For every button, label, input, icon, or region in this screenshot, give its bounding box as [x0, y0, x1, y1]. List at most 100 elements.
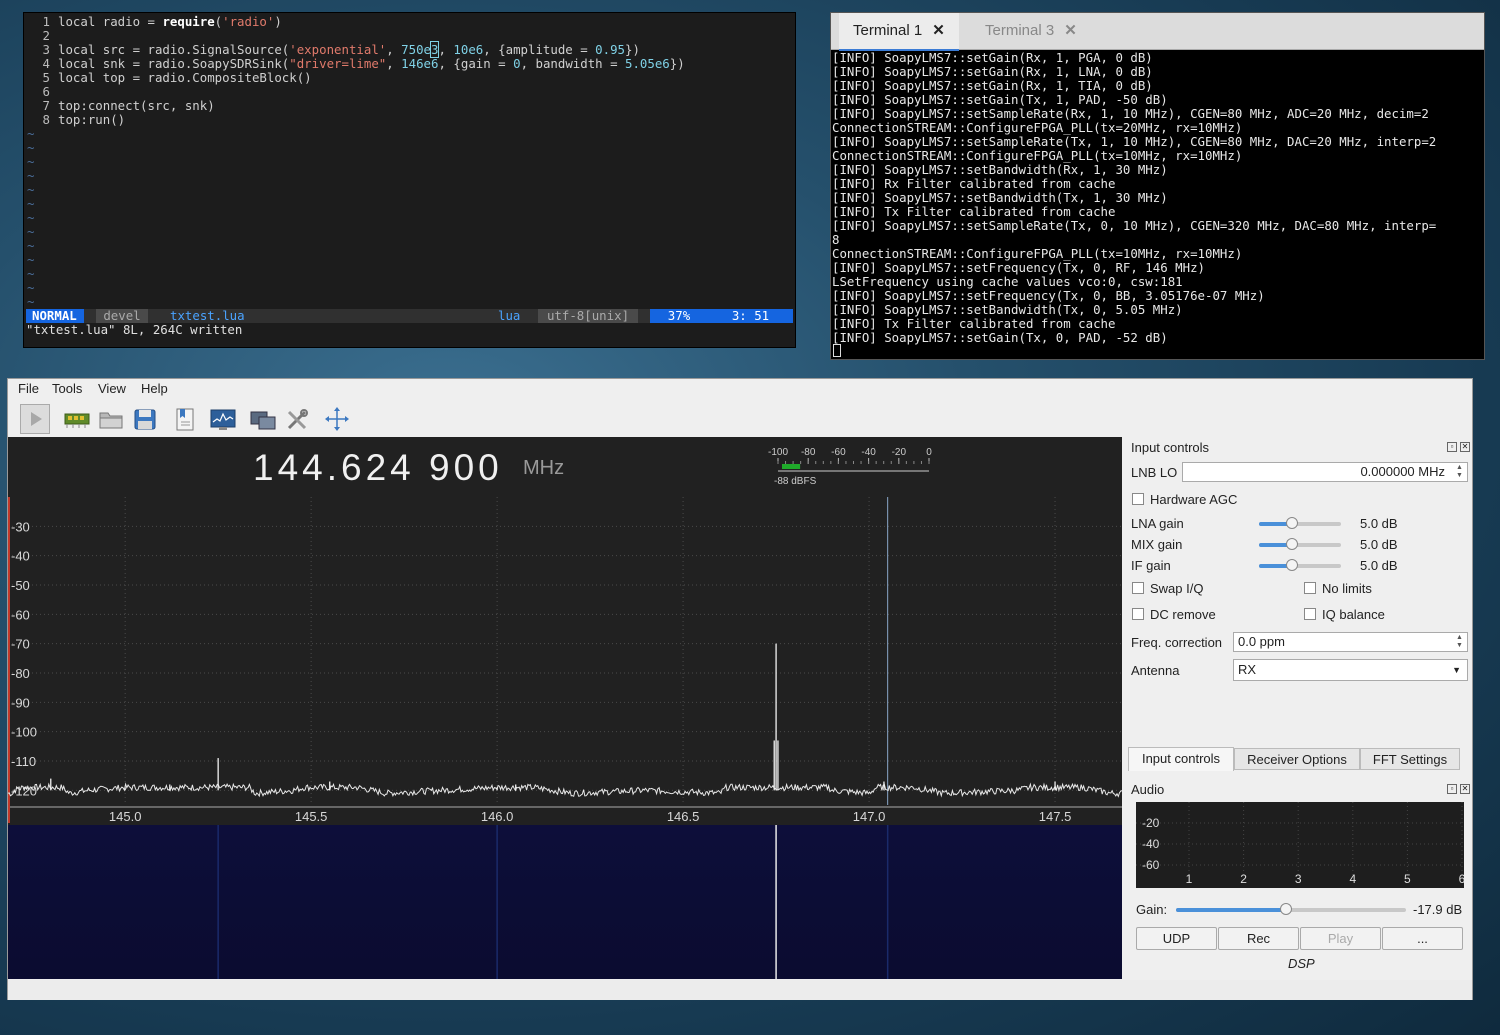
udp-button[interactable]: UDP	[1136, 927, 1217, 950]
empty-line-tilde: ~	[27, 252, 35, 267]
freq-correction-input[interactable]: 0.0 ppm	[1233, 632, 1468, 652]
line-number: 2	[42, 28, 50, 43]
tools-icon[interactable]	[282, 404, 312, 434]
mix-gain-slider[interactable]	[1259, 538, 1341, 550]
empty-line-tilde: ~	[27, 154, 35, 169]
swap-iq-checkbox[interactable]	[1132, 582, 1144, 594]
terminal-line: [INFO] SoapyLMS7::setGain(Tx, 1, PAD, -5…	[832, 92, 1168, 107]
tab-receiver-options[interactable]: Receiver Options	[1234, 748, 1360, 770]
audio-gain-slider[interactable]	[1176, 903, 1406, 915]
audio-y-label: -60	[1142, 858, 1160, 872]
menu-tools[interactable]: Tools	[52, 381, 82, 396]
terminal-line: [INFO] SoapyLMS7::setFrequency(Tx, 0, BB…	[832, 288, 1265, 303]
no-limits-checkbox[interactable]	[1304, 582, 1316, 594]
terminal-line: ConnectionSTREAM::ConfigureFPGA_PLL(tx=1…	[832, 246, 1243, 261]
x-tick-label: 146.0	[481, 809, 514, 824]
empty-line-tilde: ~	[27, 238, 35, 253]
y-tick-label: -90	[11, 695, 30, 710]
hardware-agc-label: Hardware AGC	[1150, 492, 1238, 507]
freq-correction-label: Freq. correction	[1131, 635, 1223, 650]
empty-line-tilde: ~	[27, 168, 35, 183]
fullscreen-icon[interactable]	[322, 404, 352, 434]
close-icon[interactable]: ✕	[932, 22, 945, 39]
x-tick-label: 147.0	[853, 809, 886, 824]
record-button[interactable]: Rec	[1218, 927, 1299, 950]
terminal-tab-bar: Terminal 1 ✕ Terminal 3 ✕	[831, 13, 1484, 51]
empty-line-tilde: ~	[27, 196, 35, 211]
more-options-button[interactable]: ...	[1382, 927, 1463, 950]
y-tick-label: -110	[11, 754, 36, 769]
hardware-agc-checkbox[interactable]	[1132, 493, 1144, 505]
file-type: lua	[498, 308, 521, 323]
spectrum-plot[interactable]: 144.624 900 MHz -100 -80 -60 -40 -20 0 -88 dB…	[8, 437, 1122, 825]
audio-y-label: -40	[1142, 837, 1160, 851]
line-number: 6	[42, 84, 50, 99]
spectrum-chart: -30-40-50-60-70-80-90-100-110-120145.0 14…	[8, 497, 1122, 824]
if-gain-slider[interactable]	[1259, 559, 1341, 571]
audio-fft-display[interactable]: -20 -40 -60 1 2 3 4 5 6	[1136, 802, 1464, 888]
play-icon[interactable]	[20, 404, 50, 434]
x-tick-label: 147.5	[1039, 809, 1072, 824]
terminal-line: [INFO] Tx Filter calibrated from cache	[832, 204, 1116, 219]
waterfall-display[interactable]	[8, 825, 1122, 979]
spinbox-arrows-icon[interactable]: ▲ ▼	[1456, 464, 1463, 480]
vim-statusline: NORMAL devel txtest.lua lua utf-8[unix] …	[26, 309, 793, 323]
terminal-line: [INFO] SoapyLMS7::setGain(Rx, 1, TIA, 0 …	[832, 78, 1153, 93]
vim-command-line[interactable]: "txtest.lua" 8L, 264C written	[26, 323, 242, 337]
remote-control-icon[interactable]	[248, 404, 278, 434]
y-tick-label: -30	[11, 519, 30, 534]
bookmark-icon[interactable]	[170, 404, 200, 434]
x-tick-label: 146.5	[667, 809, 700, 824]
tab-terminal-1[interactable]: Terminal 1 ✕	[839, 13, 959, 51]
float-icon[interactable]: ▫	[1447, 442, 1457, 452]
close-icon[interactable]: ✕	[1460, 784, 1470, 794]
input-controls-title: Input controls	[1131, 440, 1210, 455]
y-tick-label: -50	[11, 578, 30, 593]
code-area[interactable]: 1 local radio = require('radio') 2 3 local…	[26, 15, 793, 127]
terminal-line: [INFO] SoapyLMS7::setGain(Rx, 1, PGA, 0 …	[832, 51, 1153, 65]
empty-line-tilde: ~	[27, 182, 35, 197]
menu-view[interactable]: View	[98, 381, 126, 396]
antenna-select[interactable]: RX ▼	[1233, 659, 1468, 681]
cursor-position: 3: 51	[708, 309, 793, 323]
empty-line-tilde: ~	[27, 266, 35, 281]
chevron-down-icon: ▼	[1452, 665, 1461, 675]
sdr-device-icon[interactable]	[62, 404, 92, 434]
y-tick-label: -100	[11, 725, 37, 740]
lna-gain-slider[interactable]	[1259, 517, 1341, 529]
x-tick-label: 145.0	[109, 809, 142, 824]
terminal-line: [INFO] SoapyLMS7::setSampleRate(Tx, 1, 1…	[832, 134, 1437, 149]
terminal-line: [INFO] SoapyLMS7::setGain(Rx, 1, LNA, 0 …	[832, 64, 1153, 79]
terminal-line: ConnectionSTREAM::ConfigureFPGA_PLL(tx=2…	[832, 120, 1243, 135]
dc-remove-checkbox[interactable]	[1132, 608, 1144, 620]
empty-line-markers: ~ ~ ~ ~ ~ ~ ~ ~ ~ ~ ~ ~ ~	[27, 127, 34, 309]
close-icon[interactable]: ✕	[1460, 442, 1470, 452]
open-folder-icon[interactable]	[96, 404, 126, 434]
tab-input-controls[interactable]: Input controls	[1128, 747, 1234, 771]
waterfall-traces	[217, 825, 889, 979]
lnb-lo-input[interactable]: 0.000000 MHz	[1182, 462, 1468, 482]
tab-fft-settings[interactable]: FFT Settings	[1360, 748, 1460, 770]
vim-editor[interactable]: 1 local radio = require('radio') 2 3 local…	[23, 12, 796, 348]
play-button[interactable]: Play	[1300, 927, 1381, 950]
mix-gain-value: 5.0 dB	[1360, 537, 1398, 552]
menu-file[interactable]: File	[18, 381, 39, 396]
dock-panel: Input controls ▫ ✕ LNB LO 0.000000 MHz ▲…	[1128, 437, 1472, 982]
save-icon[interactable]	[130, 404, 160, 434]
x-tick-label: 145.5	[295, 809, 328, 824]
fft-display-icon[interactable]	[208, 404, 238, 434]
lna-gain-label: LNA gain	[1131, 516, 1184, 531]
tab-terminal-3[interactable]: Terminal 3 ✕	[971, 13, 1091, 49]
audio-x-label: 1	[1186, 872, 1193, 886]
menu-help[interactable]: Help	[141, 381, 168, 396]
if-gain-label: IF gain	[1131, 558, 1171, 573]
audio-gain-label: Gain:	[1136, 902, 1168, 917]
terminal-output[interactable]: [INFO] SoapyLMS7::setGain(Rx, 1, PGA, 0 …	[832, 51, 1482, 351]
antenna-label: Antenna	[1131, 663, 1180, 678]
empty-line-tilde: ~	[27, 224, 35, 239]
terminal-window[interactable]: Terminal 1 ✕ Terminal 3 ✕ [INFO] SoapyLMS7…	[830, 12, 1485, 360]
iq-balance-checkbox[interactable]	[1304, 608, 1316, 620]
spinbox-arrows-icon[interactable]: ▲ ▼	[1456, 634, 1463, 650]
close-icon[interactable]: ✕	[1064, 22, 1077, 39]
float-icon[interactable]: ▫	[1447, 784, 1457, 794]
